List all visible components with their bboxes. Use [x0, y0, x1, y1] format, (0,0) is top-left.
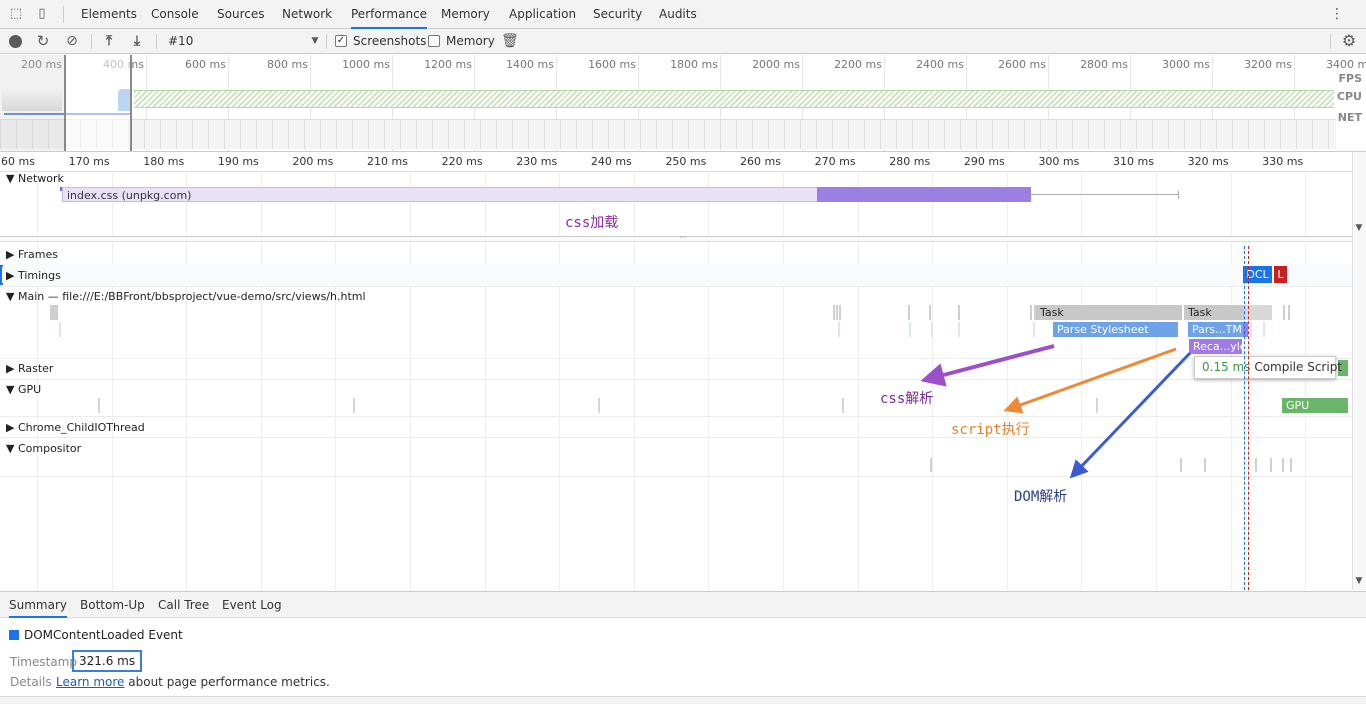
summary-event-title: DOMContentLoaded Event	[24, 628, 183, 642]
details-tab-bar: Summary Bottom-Up Call Tree Event Log	[0, 591, 1366, 618]
learn-more-link[interactable]: Learn more	[56, 675, 124, 689]
bottom-tab-event-log[interactable]: Event Log	[222, 592, 282, 618]
summary-details-line: Learn more about page performance metric…	[56, 675, 330, 689]
bottom-tab-call-tree[interactable]: Call Tree	[158, 592, 209, 618]
flame-vertical-scrollbar[interactable]	[1352, 152, 1366, 590]
annotation-script-exec: script执行	[951, 422, 1030, 438]
network-scroll-down-icon[interactable]: ▼	[1353, 222, 1365, 234]
bottom-tab-summary[interactable]: Summary	[9, 592, 67, 618]
bottom-strip	[0, 696, 1366, 704]
summary-timestamp-value: 321.6 ms	[72, 650, 143, 672]
details-text: about page performance metrics.	[128, 675, 330, 689]
annotation-css-parse: css解析	[880, 391, 934, 407]
scroll-down-icon[interactable]: ▼	[1353, 575, 1365, 587]
arrow-script-exec	[1003, 347, 1177, 414]
event-color-swatch	[9, 630, 19, 640]
annotation-dom-parse: DOM解析	[1014, 489, 1068, 505]
summary-details-label: Details	[10, 675, 52, 689]
devtools-window: ⬚ ▯ Elements Console Sources Network Perform…	[0, 0, 1366, 704]
summary-timestamp-label: Timestamp	[10, 655, 77, 669]
arrow-dom-parse	[1069, 351, 1192, 479]
bottom-tab-bottom-up[interactable]: Bottom-Up	[80, 592, 145, 618]
arrow-css-parse	[920, 344, 1055, 387]
